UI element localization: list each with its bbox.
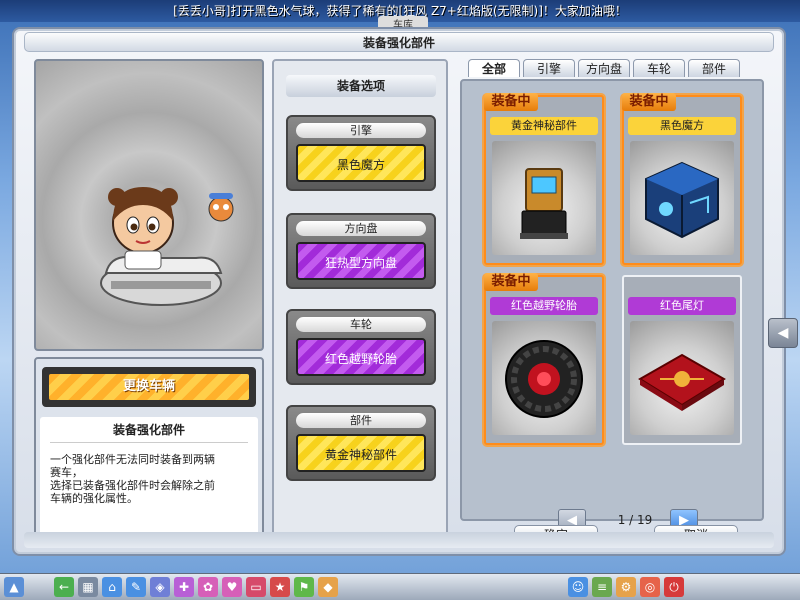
slot-steering[interactable]: 方向盘 狂热型方向盘 (286, 213, 436, 289)
slot-value[interactable]: 黑色魔方 (296, 144, 426, 182)
slot-wheel[interactable]: 车轮 红色越野轮胎 (286, 309, 436, 385)
part-image (492, 321, 596, 435)
wrench-icon[interactable]: ✎ (126, 577, 146, 597)
golden-mystery-part-icon (520, 168, 568, 239)
slot-part[interactable]: 部件 黄金神秘部件 (286, 405, 436, 481)
slot-value[interactable]: 黄金神秘部件 (296, 434, 426, 472)
heart-icon[interactable]: ♥ (222, 577, 242, 597)
slot-value[interactable]: 红色越野轮胎 (296, 338, 426, 376)
category-tabs: 全部 引擎 方向盘 车轮 部件 (468, 59, 740, 77)
tab-part[interactable]: 部件 (688, 59, 740, 77)
page-total: 19 (637, 513, 653, 527)
equip-upgrade-window: 装备强化部件 更换车辆 装备强化部件 一个强化部件无法同时装备到两辆 赛车， 选… (12, 27, 786, 556)
part-card[interactable]: 红色尾灯 (622, 275, 742, 445)
part-image (630, 141, 734, 255)
part-name: 红色越野轮胎 (490, 297, 598, 315)
slot-label: 方向盘 (296, 221, 426, 236)
part-name: 黄金神秘部件 (490, 117, 598, 135)
info-line: 选择已装备强化部件时会解除之前 (50, 479, 215, 492)
info-line: 车辆的强化属性。 (50, 492, 138, 505)
back-icon[interactable]: ← (54, 577, 74, 597)
shop-icon[interactable]: ▦ (78, 577, 98, 597)
side-collapse-arrow[interactable]: ◀ (768, 318, 798, 348)
character-kart-illustration (100, 187, 234, 306)
slot-label: 部件 (296, 413, 426, 428)
info-line: 一个强化部件无法同时装备到两辆 (50, 453, 215, 466)
tab-engine[interactable]: 引擎 (523, 59, 575, 77)
part-image (630, 321, 734, 435)
stars-icon[interactable]: ★ (270, 577, 290, 597)
book-icon[interactable]: ▭ (246, 577, 266, 597)
flower-icon[interactable]: ✿ (198, 577, 218, 597)
red-taillight-icon (638, 353, 726, 411)
vehicle-info-panel: 更换车辆 装备强化部件 一个强化部件无法同时装备到两辆 赛车， 选择已装备强化部… (34, 357, 264, 543)
window-title: 装备强化部件 (24, 32, 774, 52)
tab-steering[interactable]: 方向盘 (578, 59, 630, 77)
list-icon[interactable]: ≡ (592, 577, 612, 597)
part-card[interactable]: 装备中 黄金神秘部件 (484, 93, 604, 265)
info-line: 赛车， (50, 466, 83, 479)
part-card[interactable]: 装备中 黑色魔方 (622, 93, 742, 265)
friends-icon[interactable]: ☺ (568, 577, 588, 597)
info-box: 装备强化部件 一个强化部件无法同时装备到两辆 赛车， 选择已装备强化部件时会解除… (40, 417, 258, 535)
logo-icon[interactable]: ▲ (4, 577, 24, 597)
page-separator: / (629, 513, 634, 527)
parts-panel: 全部 引擎 方向盘 车轮 部件 装备中 黄金神秘部件 装备中 黑色魔方 装备中 … (458, 59, 780, 545)
flag-icon[interactable]: ⚑ (294, 577, 314, 597)
search-icon[interactable]: ◎ (640, 577, 660, 597)
power-icon[interactable]: ⏻ (664, 577, 684, 597)
page-current: 1 (617, 513, 626, 527)
part-name: 黑色魔方 (628, 117, 736, 135)
equipped-badge: 装备中 (484, 93, 538, 111)
settings-icon[interactable]: ⚙ (616, 577, 636, 597)
character-preview (34, 59, 264, 351)
change-vehicle-label: 更换车辆 (49, 374, 249, 400)
tab-wheel[interactable]: 车轮 (633, 59, 685, 77)
gift-icon[interactable]: ✚ (174, 577, 194, 597)
slot-value[interactable]: 狂热型方向盘 (296, 242, 426, 280)
tab-all[interactable]: 全部 (468, 59, 520, 77)
equip-options-panel: 装备选项 引擎 黑色魔方 方向盘 狂热型方向盘 车轮 红色越野轮胎 部件 黄金神… (272, 59, 448, 543)
parts-grid: 装备中 黄金神秘部件 装备中 黑色魔方 装备中 红色越野轮胎 红色尾灯 ◀ 1 … (460, 79, 764, 533)
part-name: 红色尾灯 (628, 297, 736, 315)
change-vehicle-button[interactable]: 更换车辆 (42, 367, 256, 407)
equipped-badge: 装备中 (484, 273, 538, 291)
red-tire-icon (505, 340, 583, 418)
bottom-taskbar: ▲ ← ▦ ⌂ ✎ ◈ ✚ ✿ ♥ ▭ ★ ⚑ ◆ ☺ ≡ ⚙ ◎ ⏻ (0, 573, 800, 600)
options-header: 装备选项 (286, 75, 436, 97)
black-cube-icon (645, 161, 719, 239)
window-bottom-bar (24, 532, 774, 548)
puzzle-icon[interactable]: ◆ (318, 577, 338, 597)
equipped-badge: 装备中 (622, 93, 676, 111)
slot-label: 车轮 (296, 317, 426, 332)
slot-engine[interactable]: 引擎 黑色魔方 (286, 115, 436, 191)
home-icon[interactable]: ⌂ (102, 577, 122, 597)
part-image (492, 141, 596, 255)
info-text: 一个强化部件无法同时装备到两辆 赛车， 选择已装备强化部件时会解除之前 车辆的强… (50, 453, 248, 505)
card-icon[interactable]: ◈ (150, 577, 170, 597)
info-title: 装备强化部件 (50, 421, 248, 443)
slot-label: 引擎 (296, 123, 426, 138)
part-card[interactable]: 装备中 红色越野轮胎 (484, 273, 604, 445)
